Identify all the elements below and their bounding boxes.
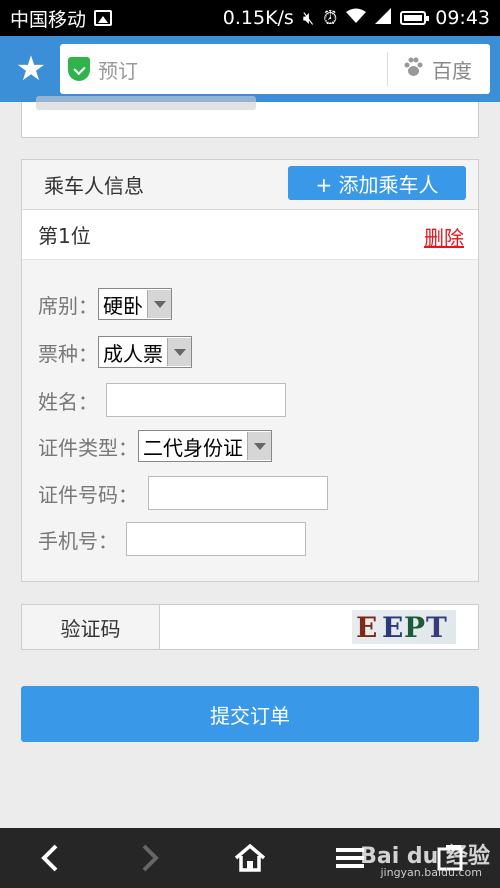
mute-icon: 🔇︎: [302, 7, 315, 29]
id-type-value: 二代身份证: [143, 435, 243, 460]
passenger-order-row: 第1位: [22, 210, 478, 260]
clipped-content: [36, 96, 256, 110]
wifi-icon: [346, 8, 367, 29]
clock: 09:43: [435, 7, 490, 29]
home-icon[interactable]: [200, 828, 300, 888]
add-passenger-button[interactable]: + 添加乘车人: [288, 166, 466, 200]
id-type-field: 证件类型： 二代身份证: [38, 430, 272, 462]
passenger-order-label: 第1位: [38, 224, 91, 248]
captcha-image[interactable]: E E P T: [352, 610, 456, 644]
chevron-down-icon: [247, 432, 271, 460]
passenger-panel: 乘车人信息 + 添加乘车人 第1位 删除 席别： 硬卧 票种： 成人票 姓名： …: [21, 159, 479, 582]
address-bar[interactable]: 预订 百度: [60, 44, 490, 94]
captcha-label: 验证码: [22, 605, 160, 649]
divider: [387, 52, 388, 86]
shield-check-icon: [68, 57, 90, 81]
seat-value: 硬卧: [103, 293, 143, 318]
delete-passenger-link[interactable]: 删除: [424, 222, 464, 251]
seat-select[interactable]: 硬卧: [98, 288, 172, 320]
phone-input[interactable]: [126, 522, 306, 556]
name-label: 姓名：: [38, 389, 98, 414]
name-field: 姓名：: [38, 383, 286, 417]
network-speed: 0.15K/s: [222, 7, 294, 29]
phone-field: 手机号：: [38, 522, 306, 556]
battery-icon: [400, 11, 430, 25]
id-type-label: 证件类型：: [38, 435, 138, 460]
seat-field: 席别： 硬卧: [38, 288, 172, 320]
captcha-char: T: [426, 611, 447, 644]
forward-icon[interactable]: [100, 828, 200, 888]
signal-icon: [375, 7, 392, 29]
browser-header: ★ 预订 百度: [0, 36, 500, 102]
name-input[interactable]: [106, 383, 286, 417]
id-number-input[interactable]: [148, 476, 328, 510]
star-icon[interactable]: ★: [12, 50, 50, 88]
seat-label: 席别：: [38, 293, 98, 318]
chevron-down-icon: [147, 290, 171, 318]
ticket-field: 票种： 成人票: [38, 336, 192, 368]
id-number-field: 证件号码：: [38, 476, 328, 510]
back-icon[interactable]: [0, 828, 100, 888]
captcha-row: 验证码 E E P T: [21, 604, 479, 650]
watermark-url: jingyan.baidu.com: [380, 866, 482, 879]
url-text[interactable]: 预订: [98, 55, 387, 84]
alarm-icon: ⏰︎: [323, 7, 338, 29]
chevron-down-icon: [167, 338, 191, 366]
section-title: 乘车人信息: [44, 174, 144, 198]
captcha-char: E: [356, 611, 378, 644]
image-icon: [94, 10, 113, 26]
status-bar: 中国移动 0.15K/s 🔇︎ ⏰︎ 09:43: [0, 0, 500, 36]
phone-label: 手机号：: [38, 528, 118, 553]
ticket-label: 票种：: [38, 341, 98, 366]
id-number-label: 证件号码：: [38, 482, 138, 507]
paw-icon[interactable]: [402, 56, 426, 83]
ticket-value: 成人票: [103, 341, 163, 366]
submit-order-button[interactable]: 提交订单: [21, 686, 479, 742]
previous-section-card: [21, 96, 479, 138]
captcha-char: P: [404, 611, 426, 644]
status-right: 0.15K/s 🔇︎ ⏰︎ 09:43: [223, 7, 490, 29]
carrier-name: 中国移动: [10, 8, 87, 31]
ticket-type-select[interactable]: 成人票: [98, 336, 192, 368]
id-type-select[interactable]: 二代身份证: [138, 430, 272, 462]
captcha-char: E: [382, 611, 404, 644]
search-engine-label[interactable]: 百度: [432, 55, 472, 84]
